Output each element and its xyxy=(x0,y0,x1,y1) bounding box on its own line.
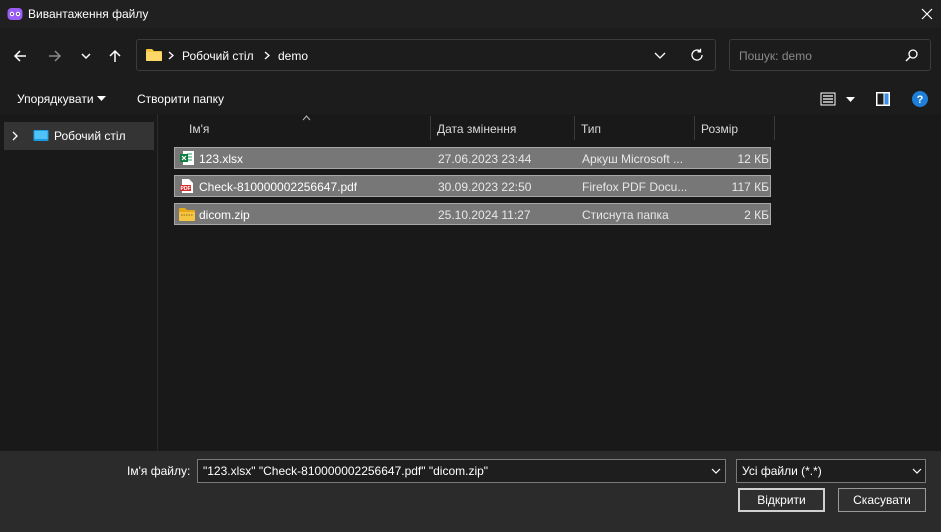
file-size: 117 КБ xyxy=(731,180,769,194)
filename-label: Ім'я файлу: xyxy=(127,464,191,478)
new-folder-button[interactable]: Створити папку xyxy=(137,92,224,106)
chevron-down-icon xyxy=(81,53,91,60)
svg-text:PDF: PDF xyxy=(181,186,191,192)
address-dropdown-icon[interactable] xyxy=(654,52,666,60)
arrow-up-icon xyxy=(109,49,121,62)
nav-item-label: Робочий стіл xyxy=(54,129,126,143)
view-options-button[interactable] xyxy=(820,91,856,109)
filename-value: "123.xlsx" "Check-810000002256647.pdf" "… xyxy=(203,464,489,478)
table-row[interactable]: dicom.zip 25.10.2024 11:27 Стиснута папк… xyxy=(174,203,771,225)
organize-button[interactable]: Упорядкувати xyxy=(17,92,94,106)
navigation-pane: Робочий стіл xyxy=(0,114,158,451)
file-list: Ім'я Дата змінення Тип Розмір 123.xlsx 2… xyxy=(158,114,941,451)
breadcrumb-separator-icon xyxy=(264,51,270,60)
svg-text:?: ? xyxy=(917,94,924,106)
app-mask-icon xyxy=(7,6,23,22)
breadcrumb-separator-icon xyxy=(168,51,174,60)
table-row[interactable]: PDF Check-810000002256647.pdf 30.09.2023… xyxy=(174,175,771,197)
back-button[interactable] xyxy=(6,42,34,70)
open-button[interactable]: Відкрити xyxy=(738,488,825,512)
arrow-right-icon xyxy=(49,50,62,62)
file-size: 2 КБ xyxy=(744,208,769,222)
zip-folder-icon xyxy=(179,208,195,221)
close-button[interactable] xyxy=(912,0,941,28)
file-type-value: Усі файли (*.*) xyxy=(742,464,822,478)
recent-locations-button[interactable] xyxy=(72,42,100,70)
file-date: 30.09.2023 22:50 xyxy=(438,180,532,194)
window-title: Вивантаження файлу xyxy=(28,7,149,21)
pdf-file-icon: PDF xyxy=(180,179,193,193)
chevron-down-icon xyxy=(912,468,922,474)
chevron-down-icon[interactable] xyxy=(711,468,721,475)
title-bar: Вивантаження файлу xyxy=(0,0,941,28)
preview-pane-button[interactable] xyxy=(875,91,891,107)
column-header-type[interactable]: Тип xyxy=(581,122,601,136)
forward-button[interactable] xyxy=(41,42,69,70)
file-size: 12 КБ xyxy=(737,152,769,166)
cancel-button[interactable]: Скасувати xyxy=(838,488,926,512)
column-headers: Ім'я Дата змінення Тип Розмір xyxy=(158,114,775,142)
refresh-icon[interactable] xyxy=(690,48,704,62)
file-date: 27.06.2023 23:44 xyxy=(438,152,532,166)
organize-dropdown-icon xyxy=(97,96,106,101)
excel-file-icon xyxy=(180,151,194,165)
folder-icon xyxy=(146,49,162,61)
file-name: dicom.zip xyxy=(199,208,250,222)
breadcrumb-desktop[interactable]: Робочий стіл xyxy=(182,49,254,63)
close-icon xyxy=(921,8,932,20)
file-type: Firefox PDF Docu... xyxy=(582,180,688,194)
details-view-icon xyxy=(820,92,836,106)
search-placeholder: Пошук: demo xyxy=(739,49,812,63)
expand-chevron-icon[interactable] xyxy=(12,131,18,141)
desktop-icon xyxy=(33,130,49,141)
toolbar: Упорядкувати Створити папку ? xyxy=(0,84,941,114)
nav-item-desktop[interactable]: Робочий стіл xyxy=(4,122,154,150)
table-row[interactable]: 123.xlsx 27.06.2023 23:44 Аркуш Microsof… xyxy=(174,147,771,169)
file-date: 25.10.2024 11:27 xyxy=(438,208,531,222)
file-type: Стиснута папка xyxy=(582,208,669,222)
column-header-name[interactable]: Ім'я xyxy=(189,122,209,136)
dialog-footer: Ім'я файлу: "123.xlsx" "Check-8100000022… xyxy=(0,451,941,532)
arrow-left-icon xyxy=(13,50,26,62)
file-name: Check-810000002256647.pdf xyxy=(199,180,358,194)
preview-pane-icon xyxy=(876,92,890,106)
column-header-date[interactable]: Дата змінення xyxy=(437,122,516,136)
file-type: Аркуш Microsoft ... xyxy=(582,152,684,166)
help-icon: ? xyxy=(912,91,928,107)
breadcrumb-demo[interactable]: demo xyxy=(278,49,308,63)
search-box[interactable]: Пошук: demo xyxy=(729,39,931,71)
search-icon xyxy=(905,49,918,62)
view-dropdown-icon xyxy=(846,97,855,102)
column-header-size[interactable]: Розмір xyxy=(701,122,738,136)
filename-input[interactable]: "123.xlsx" "Check-810000002256647.pdf" "… xyxy=(197,459,726,483)
help-button[interactable]: ? xyxy=(912,91,928,107)
sort-ascending-icon xyxy=(302,115,311,121)
file-name: 123.xlsx xyxy=(199,152,244,166)
address-bar[interactable]: Робочий стіл demo xyxy=(136,39,716,71)
file-type-select[interactable]: Усі файли (*.*) xyxy=(736,459,926,483)
up-button[interactable] xyxy=(101,42,129,70)
